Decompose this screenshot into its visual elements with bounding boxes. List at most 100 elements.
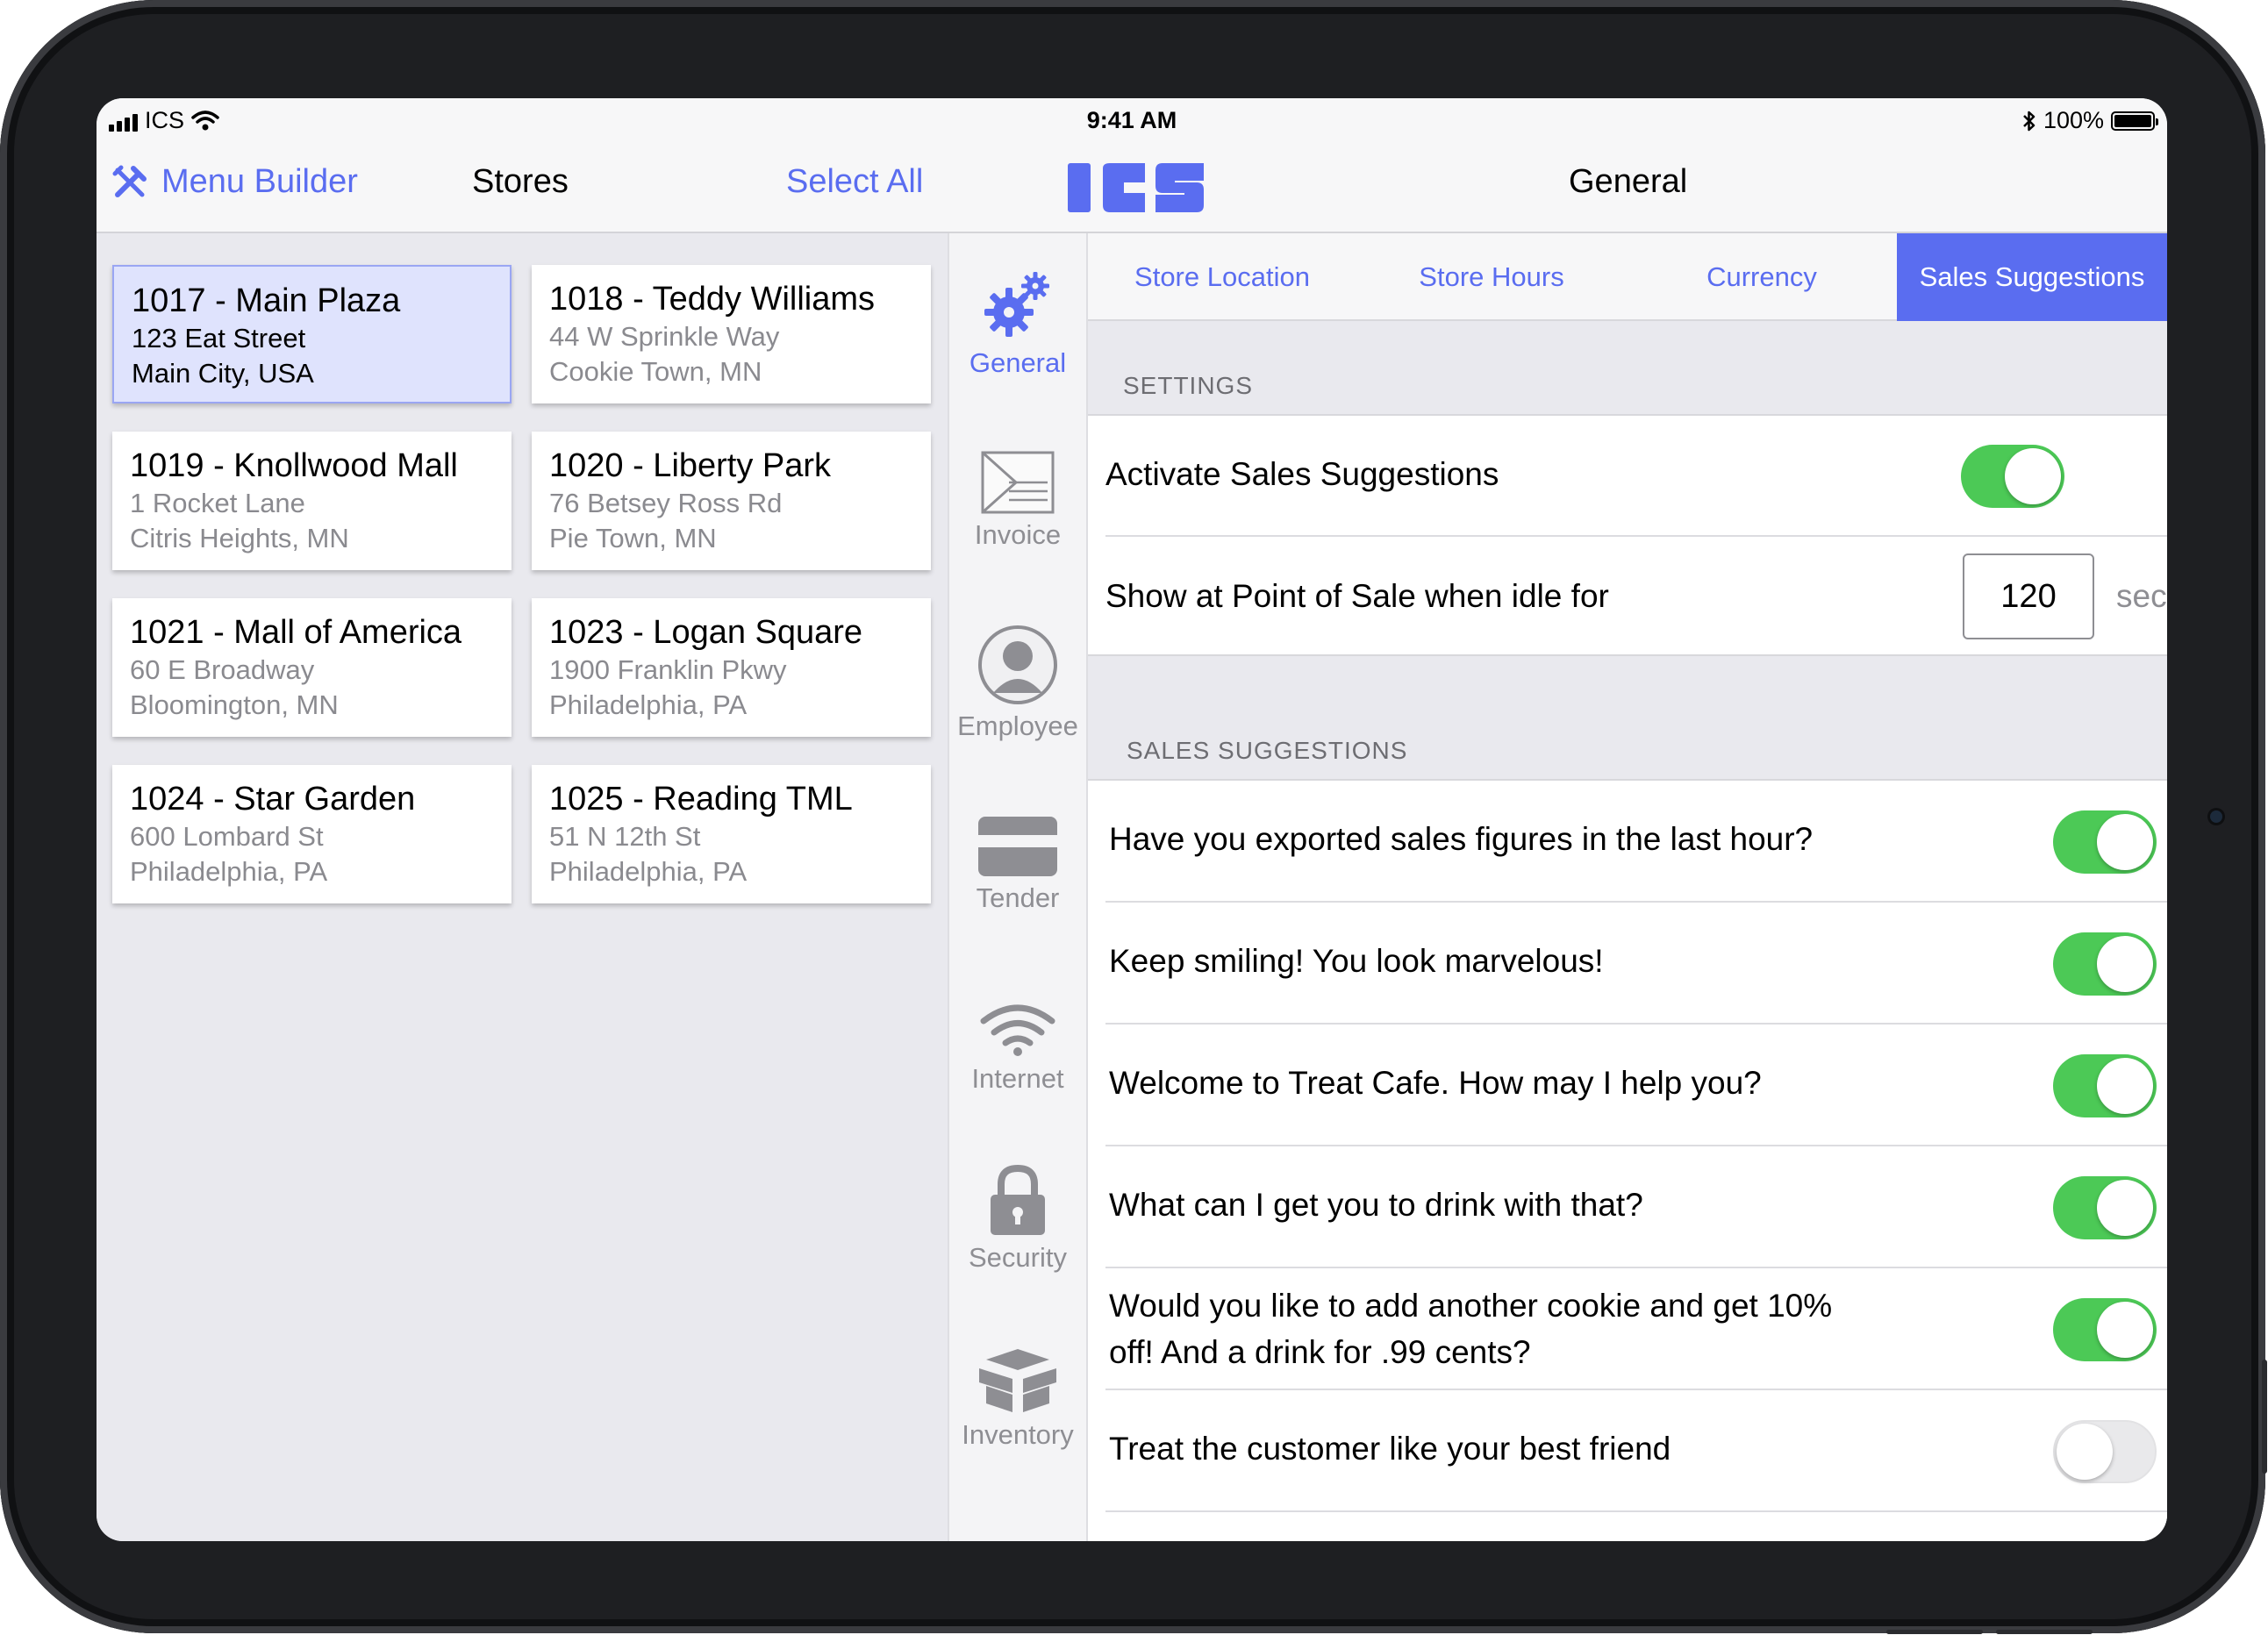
rail-label: Inventory bbox=[962, 1419, 1074, 1450]
suggestion-text: Have you exported sales figures in the l… bbox=[1109, 821, 1814, 857]
store-card[interactable]: 1025 - Reading TML 51 N 12th St Philadel… bbox=[532, 765, 931, 903]
rail-item-inventory[interactable]: Inventory bbox=[949, 1347, 1086, 1451]
rail-label: Employee bbox=[957, 710, 1078, 741]
store-card[interactable]: 1024 - Star Garden 600 Lombard St Philad… bbox=[112, 765, 512, 903]
wifi-icon bbox=[980, 1004, 1055, 1056]
store-city: Cookie Town, MN bbox=[549, 356, 762, 387]
suggestion-text: Treat the customer like your best friend bbox=[1109, 1431, 1671, 1467]
store-city: Main City, USA bbox=[132, 358, 314, 389]
suggestion-row: Would you like to add another cookie and… bbox=[1088, 1268, 2167, 1390]
camera bbox=[2210, 810, 2222, 823]
activate-label: Activate Sales Suggestions bbox=[1105, 456, 1499, 492]
suggestions-group: Have you exported sales figures in the l… bbox=[1088, 779, 2167, 1541]
suggestion-text: Keep smiling! You look marvelous! bbox=[1109, 943, 1604, 979]
suggestions-section-header: SALES SUGGESTIONS bbox=[1127, 737, 1408, 764]
store-address: 1900 Franklin Pkwy bbox=[549, 654, 787, 685]
lock-icon bbox=[991, 1164, 1045, 1235]
suggestion-toggle[interactable] bbox=[2053, 1176, 2157, 1239]
store-name: 1018 - Teddy Williams bbox=[549, 281, 876, 318]
settings-category-rail: General Invoice Employee Tender Internet… bbox=[948, 233, 1088, 1541]
person-icon bbox=[978, 625, 1057, 704]
general-title: General bbox=[1569, 163, 1688, 200]
store-card[interactable]: 1018 - Teddy Williams 44 W Sprinkle Way … bbox=[532, 265, 931, 403]
select-all-button[interactable]: Select All bbox=[786, 163, 923, 201]
store-card[interactable]: 1020 - Liberty Park 76 Betsey Ross Rd Pi… bbox=[532, 432, 931, 570]
suggestion-row: Welcome to Treat Cafe. How may I help yo… bbox=[1088, 1025, 2167, 1146]
screen: ICS 9:41 AM 100% Menu Builder Stores Sel… bbox=[97, 98, 2167, 1541]
activate-toggle[interactable] bbox=[1961, 445, 2064, 508]
battery-percent: 100% bbox=[2043, 107, 2104, 133]
invoice-icon bbox=[981, 451, 1055, 514]
row-divider bbox=[1105, 1510, 2167, 1512]
store-name: 1023 - Logan Square bbox=[549, 614, 863, 651]
store-name: 1019 - Knollwood Mall bbox=[130, 447, 458, 484]
idle-row: Show at Point of Sale when idle for seco… bbox=[1088, 537, 2167, 656]
suggestion-text-line2: off! And a drink for .99 cents? bbox=[1109, 1334, 1531, 1370]
suggestion-toggle[interactable] bbox=[2053, 810, 2157, 874]
boxes-icon bbox=[979, 1349, 1056, 1412]
gears-icon bbox=[984, 272, 1049, 337]
status-time: 9:41 AM bbox=[1086, 107, 1177, 133]
brand-logo bbox=[1068, 163, 1204, 212]
bottom-button bbox=[1886, 1630, 1983, 1634]
store-city: Citris Heights, MN bbox=[130, 523, 349, 553]
idle-label: Show at Point of Sale when idle for bbox=[1105, 578, 1609, 614]
rail-item-invoice[interactable]: Invoice bbox=[949, 451, 1086, 551]
store-address: 44 W Sprinkle Way bbox=[549, 321, 780, 352]
nav-bar: Menu Builder Stores Select All General bbox=[97, 144, 2167, 233]
store-name: 1020 - Liberty Park bbox=[549, 447, 832, 484]
store-city: Bloomington, MN bbox=[130, 689, 339, 720]
store-city: Philadelphia, PA bbox=[130, 856, 328, 887]
suggestion-row: What can I get you to drink with that? bbox=[1088, 1146, 2167, 1268]
tab-sales-suggestions[interactable]: Sales Suggestions bbox=[1897, 233, 2167, 321]
tab-store-location[interactable]: Store Location bbox=[1088, 233, 1356, 321]
store-address: 123 Eat Street bbox=[132, 323, 306, 353]
idle-unit-label: seconds. bbox=[2116, 578, 2167, 614]
store-list: 1017 - Main Plaza 123 Eat Street Main Ci… bbox=[97, 233, 948, 1541]
suggestion-row: Keep smiling! You look marvelous! bbox=[1088, 903, 2167, 1025]
rail-label: Tender bbox=[976, 882, 1060, 913]
store-card[interactable]: 1017 - Main Plaza 123 Eat Street Main Ci… bbox=[112, 265, 512, 403]
store-address: 76 Betsey Ross Rd bbox=[549, 488, 783, 518]
rail-item-tender[interactable]: Tender bbox=[949, 816, 1086, 914]
tablet-frame: ICS 9:41 AM 100% Menu Builder Stores Sel… bbox=[0, 0, 2267, 1634]
rail-label: Security bbox=[969, 1242, 1067, 1273]
rail-item-employee[interactable]: Employee bbox=[949, 625, 1086, 742]
suggestion-row: Have you exported sales figures in the l… bbox=[1088, 781, 2167, 903]
suggestion-text-line1: Would you like to add another cookie and… bbox=[1109, 1288, 1833, 1324]
rail-item-internet[interactable]: Internet bbox=[949, 1002, 1086, 1095]
store-address: 600 Lombard St bbox=[130, 821, 324, 852]
suggestion-toggle[interactable] bbox=[2053, 1420, 2157, 1483]
suggestion-toggle[interactable] bbox=[2053, 932, 2157, 996]
idle-seconds-input[interactable] bbox=[1963, 553, 2094, 639]
tab-bar: Store Location Store Hours Currency Sale… bbox=[1088, 233, 2167, 321]
suggestion-text: Welcome to Treat Cafe. How may I help yo… bbox=[1109, 1065, 1762, 1101]
suggestion-toggle[interactable] bbox=[2053, 1298, 2157, 1361]
stores-title: Stores bbox=[472, 163, 569, 200]
rail-item-general[interactable]: General bbox=[949, 268, 1086, 379]
settings-panel: Store Location Store Hours Currency Sale… bbox=[1088, 233, 2167, 1541]
store-address: 60 E Broadway bbox=[130, 654, 315, 685]
tab-currency[interactable]: Currency bbox=[1627, 233, 1897, 321]
suggestion-toggle[interactable] bbox=[2053, 1054, 2157, 1117]
store-card[interactable]: 1023 - Logan Square 1900 Franklin Pkwy P… bbox=[532, 598, 931, 737]
store-city: Pie Town, MN bbox=[549, 523, 717, 553]
rail-label: General bbox=[969, 347, 1067, 378]
credit-card-icon bbox=[978, 817, 1057, 876]
rail-item-security[interactable]: Security bbox=[949, 1163, 1086, 1274]
store-name: 1025 - Reading TML bbox=[549, 781, 853, 818]
menu-builder-button[interactable]: Menu Builder bbox=[112, 163, 358, 201]
side-button bbox=[2262, 1360, 2267, 1474]
activate-row: Activate Sales Suggestions bbox=[1088, 416, 2167, 537]
store-name: 1017 - Main Plaza bbox=[132, 282, 401, 319]
menu-builder-label: Menu Builder bbox=[161, 163, 358, 200]
store-card[interactable]: 1019 - Knollwood Mall 1 Rocket Lane Citr… bbox=[112, 432, 512, 570]
store-card[interactable]: 1021 - Mall of America 60 E Broadway Blo… bbox=[112, 598, 512, 737]
suggestion-text: What can I get you to drink with that? bbox=[1109, 1187, 1643, 1223]
tab-store-hours[interactable]: Store Hours bbox=[1356, 233, 1627, 321]
store-address: 1 Rocket Lane bbox=[130, 488, 305, 518]
status-bar: ICS 9:41 AM 100% bbox=[97, 98, 2167, 144]
bottom-button bbox=[1996, 1630, 2093, 1634]
settings-section-header: SETTINGS bbox=[1123, 372, 1254, 399]
store-name: 1021 - Mall of America bbox=[130, 614, 462, 651]
